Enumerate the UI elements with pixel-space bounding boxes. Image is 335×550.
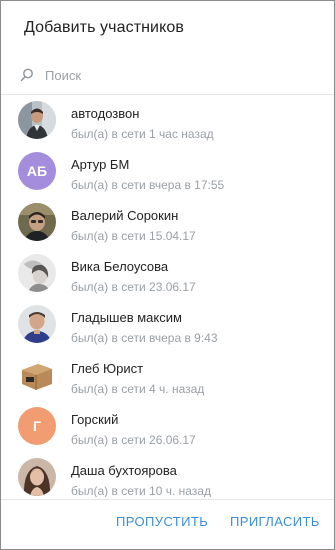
avatar [18,458,56,496]
avatar [18,254,56,292]
contact-name: Горский [71,412,119,427]
contact-name: Даша бухтоярова [71,463,177,478]
contact-row[interactable]: Г Горский был(а) в сети 26.06.17 [1,401,334,452]
contact-row[interactable]: Глеб Юрист был(а) в сети 4 ч. назад [1,350,334,401]
contact-row[interactable]: Валерий Сорокин был(а) в сети 15.04.17 [1,197,334,248]
contact-row[interactable]: Гладышев максим был(а) в сети вчера в 9:… [1,299,334,350]
avatar [18,101,56,139]
search-bar [1,57,334,93]
contact-status: был(а) в сети 26.06.17 [71,433,196,447]
contact-status: был(а) в сети вчера в 17:55 [71,178,225,192]
contact-row[interactable]: Даша бухтоярова был(а) в сети 10 ч. наза… [1,452,334,497]
skip-button[interactable]: ПРОПУСТИТЬ [116,514,208,529]
avatar-initials-text: АБ [26,163,48,179]
contact-status: был(а) в сети 15.04.17 [71,229,196,243]
avatar-initials: АБ [18,152,56,190]
contact-name: автодозвон [71,106,140,121]
avatar [18,203,56,241]
dialog-title: Добавить участников [24,19,184,36]
avatar-initials: Г [18,407,56,445]
contact-name: Артур БМ [71,157,130,172]
contact-name: Гладышев максим [71,310,182,325]
search-input[interactable] [45,65,315,85]
contact-list[interactable]: автодозвон был(а) в сети 1 час назад АБ … [1,95,334,497]
contact-name: Валерий Сорокин [71,208,179,223]
contact-status: был(а) в сети 23.06.17 [71,280,196,294]
contact-status: был(а) в сети 10 ч. назад [71,484,211,497]
dialog-footer: ПРОПУСТИТЬ ПРИГЛАСИТЬ [1,500,334,549]
contact-status: был(а) в сети 1 час назад [71,127,214,141]
avatar [18,305,56,343]
invite-button[interactable]: ПРИГЛАСИТЬ [230,514,320,529]
contact-name: Вика Белоусова [71,259,169,274]
add-members-dialog: Добавить участников Поиск автодозвон был… [0,0,335,550]
contact-name: Глеб Юрист [71,361,144,376]
avatar [18,356,56,394]
contact-row[interactable]: автодозвон был(а) в сети 1 час назад [1,95,334,146]
contact-status: был(а) в сети вчера в 9:43 [71,331,218,345]
avatar-initials-text: Г [33,418,41,434]
search-icon [19,67,35,83]
contact-row[interactable]: АБ Артур БМ был(а) в сети вчера в 17:55 [1,146,334,197]
contact-status: был(а) в сети 4 ч. назад [71,382,205,396]
contact-row[interactable]: Вика Белоусова был(а) в сети 23.06.17 [1,248,334,299]
